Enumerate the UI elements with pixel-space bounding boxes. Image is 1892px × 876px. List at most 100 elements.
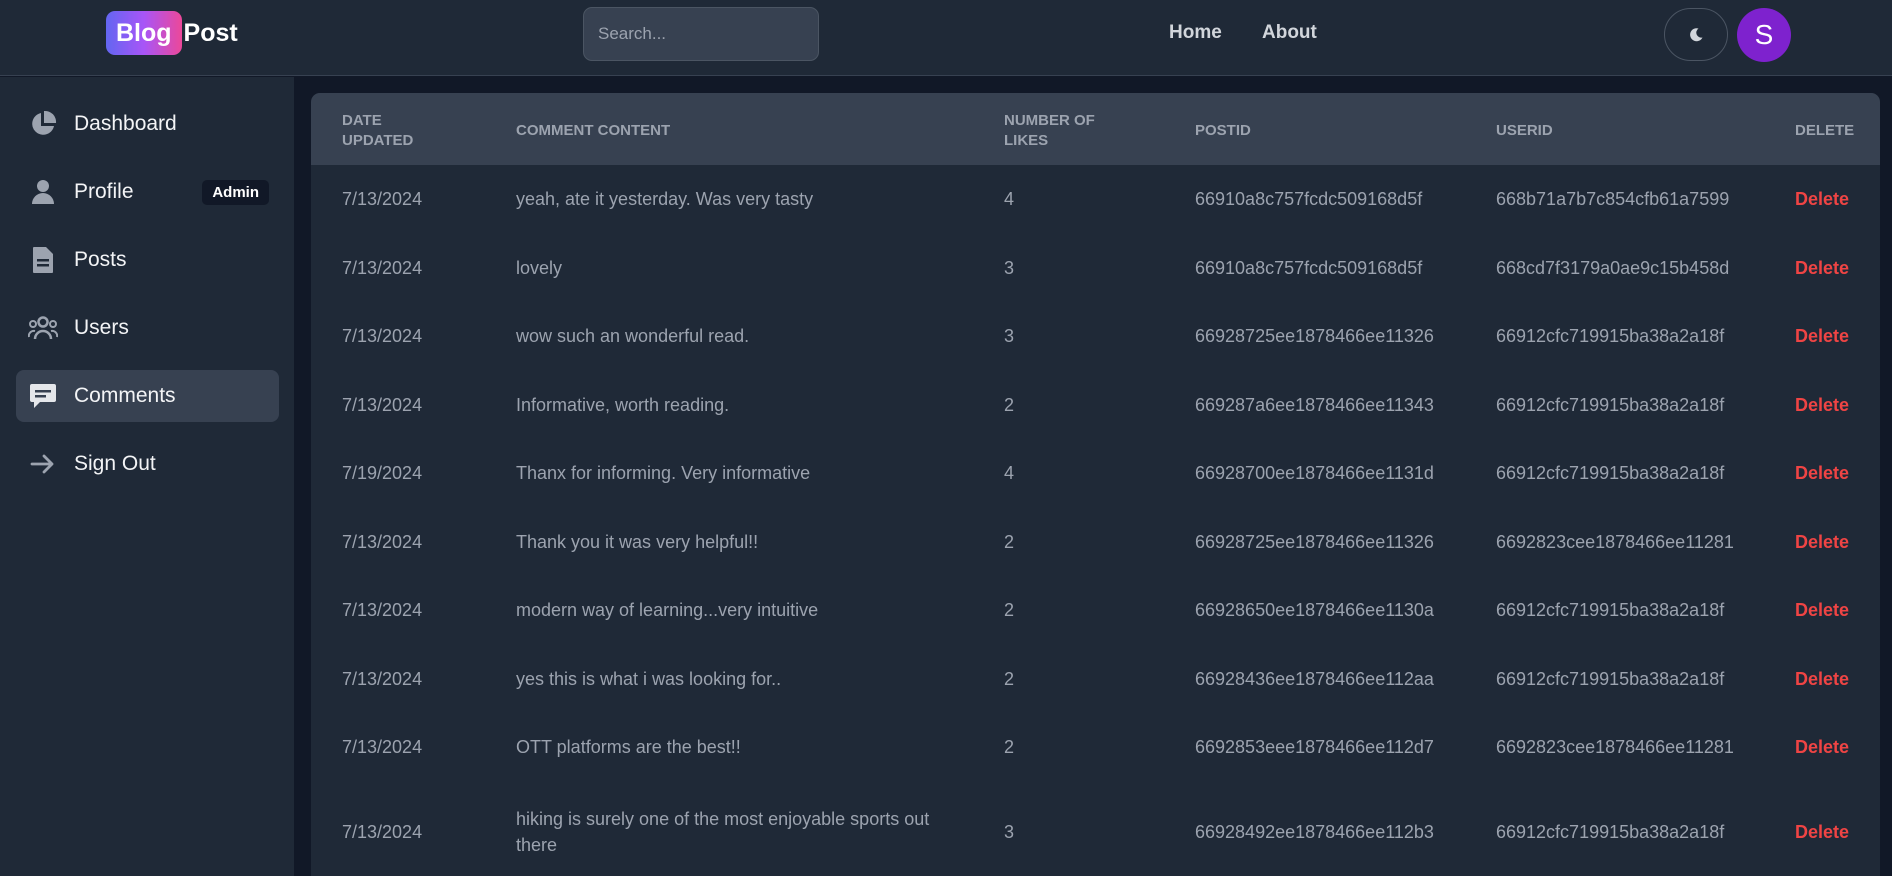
- cell-likes: 2: [1004, 531, 1015, 552]
- cell-likes: 2: [1004, 668, 1015, 689]
- column-header-number-of-likes: Number of Likes: [1004, 112, 1095, 149]
- cell-comment-content: yeah, ate it yesterday. Was very tasty: [516, 189, 814, 210]
- sidebar-item-posts[interactable]: Posts: [16, 234, 279, 286]
- cell-date: 7/13/2024: [342, 600, 423, 621]
- table-row: 7/13/2024 Thank you it was very helpful!!…: [311, 508, 1880, 577]
- cell-date: 7/13/2024: [342, 668, 423, 689]
- delete-button[interactable]: Delete: [1795, 819, 1849, 845]
- delete-button[interactable]: Delete: [1795, 666, 1849, 692]
- cell-comment-content: OTT platforms are the best!!: [516, 737, 741, 758]
- cell-comment-content: modern way of learning...very intuitive: [516, 600, 819, 621]
- cell-date: 7/13/2024: [342, 189, 423, 210]
- column-header-delete: Delete: [1795, 122, 1855, 139]
- cell-userid: 668b71a7b7c854cfb61a7599: [1496, 189, 1730, 210]
- table-row: 7/13/2024 Informative, worth reading. 2 669…: [311, 371, 1880, 440]
- cell-likes: 2: [1004, 737, 1015, 758]
- comments-table: Date Updated Comment content Number of L…: [311, 93, 1880, 876]
- cell-date: 7/13/2024: [342, 257, 423, 278]
- cell-comment-content: lovely: [516, 257, 563, 278]
- top-navbar: Blog Post Home About S: [0, 0, 1892, 76]
- sidebar: Dashboard Profile Admin Posts Users Comm…: [0, 77, 294, 876]
- cell-likes: 2: [1004, 394, 1015, 415]
- sidebar-item-label: Users: [74, 316, 129, 339]
- cell-likes: 2: [1004, 600, 1015, 621]
- cell-userid: 66912cfc719915ba38a2a18f: [1496, 668, 1725, 689]
- logo-text: Post: [183, 18, 238, 47]
- cell-comment-content: wow such an wonderful read.: [516, 326, 750, 347]
- cell-postid: 66910a8c757fcdc509168d5f: [1195, 257, 1423, 278]
- cell-postid: 669287a6ee1878466ee11343: [1195, 394, 1434, 415]
- table-row: 7/13/2024 hiking is surely one of the mos…: [311, 782, 1880, 876]
- delete-button[interactable]: Delete: [1795, 529, 1849, 555]
- cell-postid: 66928492ee1878466ee112b3: [1195, 821, 1434, 842]
- cell-userid: 66912cfc719915ba38a2a18f: [1496, 394, 1725, 415]
- column-header-postid: PostId: [1195, 122, 1251, 139]
- moon-icon: [1690, 27, 1703, 41]
- search-input[interactable]: [583, 7, 819, 61]
- table-row: 7/13/2024 wow such an wonderful read. 3 669…: [311, 302, 1880, 371]
- cell-postid: 66910a8c757fcdc509168d5f: [1195, 189, 1423, 210]
- cell-comment-content: yes this is what i was looking for..: [516, 668, 782, 689]
- column-header-date-updated: Date Updated: [342, 112, 414, 149]
- cell-postid: 66928725ee1878466ee11326: [1195, 531, 1434, 552]
- column-header-userid: UserId: [1496, 122, 1553, 139]
- delete-button[interactable]: Delete: [1795, 186, 1849, 212]
- table-row: 7/13/2024 modern way of learning...very i…: [311, 576, 1880, 645]
- cell-comment-content: Informative, worth reading.: [516, 394, 730, 415]
- delete-button[interactable]: Delete: [1795, 255, 1849, 281]
- cell-userid: 6692823cee1878466ee11281: [1496, 531, 1734, 552]
- nav-home-link[interactable]: Home: [1169, 22, 1222, 44]
- users-icon: [28, 313, 58, 343]
- table-row: 7/13/2024 lovely 3 66910a8c757fcdc509168d5f…: [311, 234, 1880, 303]
- delete-button[interactable]: Delete: [1795, 597, 1849, 623]
- delete-button[interactable]: Delete: [1795, 323, 1849, 349]
- sidebar-item-comments[interactable]: Comments: [16, 370, 279, 422]
- cell-userid: 66912cfc719915ba38a2a18f: [1496, 600, 1725, 621]
- logo[interactable]: Blog Post: [106, 11, 238, 55]
- sidebar-item-label: Posts: [74, 248, 127, 271]
- cell-date: 7/19/2024: [342, 463, 423, 484]
- theme-toggle-button[interactable]: [1664, 8, 1728, 61]
- logo-badge: Blog: [106, 11, 182, 55]
- cell-comment-content: Thank you it was very helpful!!: [516, 531, 759, 552]
- table-header-row: Date Updated Comment content Number of L…: [311, 93, 1880, 165]
- cell-likes: 4: [1004, 463, 1015, 484]
- cell-postid: 66928725ee1878466ee11326: [1195, 326, 1434, 347]
- cell-date: 7/13/2024: [342, 821, 423, 842]
- document-icon: [28, 245, 58, 275]
- cell-postid: 66928650ee1878466ee1130a: [1195, 600, 1434, 621]
- sidebar-item-users[interactable]: Users: [16, 302, 279, 354]
- cell-likes: 3: [1004, 821, 1015, 842]
- cell-userid: 6692823cee1878466ee11281: [1496, 737, 1734, 758]
- sidebar-item-label: Sign Out: [74, 452, 156, 475]
- sidebar-item-label: Profile: [74, 180, 134, 203]
- table-row: 7/13/2024 OTT platforms are the best!! 2 66…: [311, 713, 1880, 782]
- cell-likes: 3: [1004, 257, 1015, 278]
- cell-postid: 66928700ee1878466ee1131d: [1195, 463, 1434, 484]
- column-header-comment-content: Comment content: [516, 122, 671, 139]
- sidebar-item-profile[interactable]: Profile Admin: [16, 166, 279, 218]
- cell-userid: 668cd7f3179a0ae9c15b458d: [1496, 257, 1730, 278]
- sidebar-item-label: Dashboard: [74, 112, 177, 135]
- avatar[interactable]: S: [1737, 8, 1791, 62]
- cell-userid: 66912cfc719915ba38a2a18f: [1496, 463, 1725, 484]
- user-icon: [28, 177, 58, 207]
- cell-comment-content: Thanx for informing. Very informative: [516, 463, 811, 484]
- delete-button[interactable]: Delete: [1795, 392, 1849, 418]
- table-row: 7/19/2024 Thanx for informing. Very infor…: [311, 439, 1880, 508]
- table-row: 7/13/2024 yeah, ate it yesterday. Was ver…: [311, 165, 1880, 234]
- table-row: 7/13/2024 yes this is what i was looking …: [311, 645, 1880, 714]
- cell-date: 7/13/2024: [342, 394, 423, 415]
- cell-postid: 6692853eee1878466ee112d7: [1195, 737, 1434, 758]
- sidebar-item-dashboard[interactable]: Dashboard: [16, 98, 279, 150]
- cell-comment-content: hiking is surely one of the most enjoyab…: [516, 808, 930, 855]
- delete-button[interactable]: Delete: [1795, 734, 1849, 760]
- delete-button[interactable]: Delete: [1795, 460, 1849, 486]
- nav-about-link[interactable]: About: [1262, 22, 1317, 44]
- arrow-right-icon: [28, 449, 58, 479]
- sidebar-item-label: Comments: [74, 384, 176, 407]
- cell-date: 7/13/2024: [342, 737, 423, 758]
- sidebar-item-sign-out[interactable]: Sign Out: [16, 438, 279, 490]
- cell-userid: 66912cfc719915ba38a2a18f: [1496, 821, 1725, 842]
- cell-date: 7/13/2024: [342, 531, 423, 552]
